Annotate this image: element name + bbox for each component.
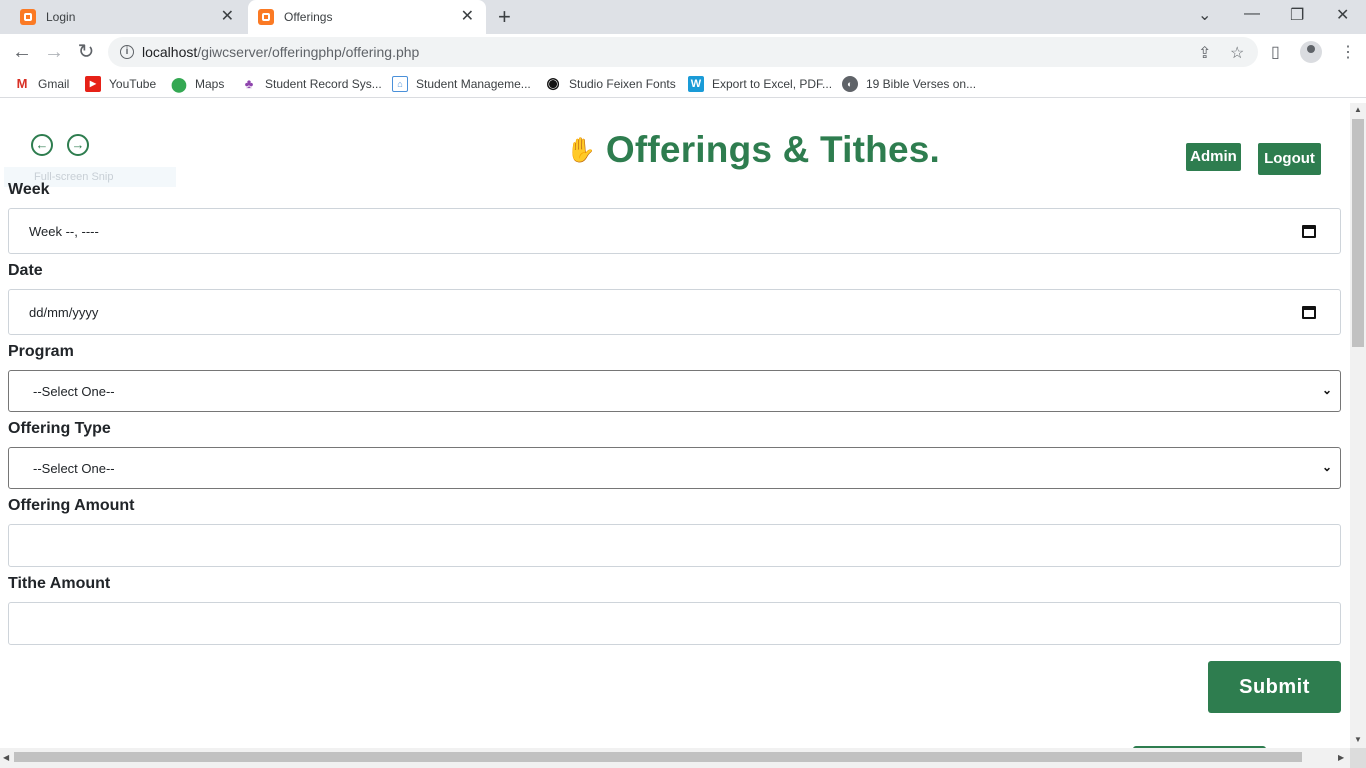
target-icon: ◉ — [546, 75, 560, 92]
date-input[interactable]: dd/mm/yyyy — [8, 289, 1341, 335]
bookmark-youtube[interactable]: ▶ YouTube — [85, 76, 156, 92]
chevron-down-icon: ⌄ — [1321, 460, 1332, 474]
reload-icon[interactable]: ↻ — [74, 40, 98, 64]
url-text: localhost/giwcserver/offeringphp/offerin… — [142, 44, 420, 60]
page-title-text: Offerings & Tithes. — [605, 129, 940, 170]
scroll-right-icon[interactable]: ▶ — [1338, 753, 1344, 762]
minimize-icon[interactable]: — — [1244, 5, 1260, 23]
globe-icon: ◐ — [842, 76, 858, 92]
star-icon[interactable]: ☆ — [1230, 43, 1244, 63]
close-icon[interactable]: ✕ — [221, 9, 234, 25]
close-window-icon[interactable]: ✕ — [1336, 5, 1349, 25]
xampp-icon — [258, 9, 274, 25]
bookmark-label: YouTube — [109, 77, 157, 91]
vertical-scrollbar[interactable]: ▲ ▼ — [1350, 103, 1366, 748]
bookmark-gmail[interactable]: M Gmail — [14, 76, 70, 92]
horizontal-scrollbar[interactable]: ◀ ▶ — [0, 748, 1350, 768]
browser-toolbar: ← → ↻ i localhost/giwcserver/offeringphp… — [0, 34, 1366, 70]
bookmark-student-record[interactable]: ♣ Student Record Sys... — [241, 76, 382, 92]
page-content: ← → Full-screen Snip ✋ Offerings & Tithe… — [0, 103, 1350, 748]
menu-icon[interactable]: ⋮ — [1340, 42, 1356, 62]
side-panel-icon[interactable]: ▯ — [1271, 42, 1280, 62]
student-record-icon: ♣ — [244, 76, 254, 91]
student-management-icon: ⌂ — [392, 76, 408, 92]
scrollbar-corner — [1350, 748, 1366, 768]
gmail-icon: M — [16, 76, 28, 91]
date-value: dd/mm/yyyy — [29, 305, 99, 320]
week-value: Week --, ---- — [29, 224, 99, 239]
bookmark-label: Studio Feixen Fonts — [569, 77, 676, 91]
tab-login[interactable]: Login ✕ — [8, 0, 246, 34]
new-tab-icon[interactable]: + — [498, 6, 511, 28]
back-circle-icon[interactable]: ← — [31, 134, 53, 156]
bookmark-label: 19 Bible Verses on... — [866, 77, 977, 91]
page-title: ✋ Offerings & Tithes. — [566, 129, 940, 171]
tab-title: Login — [46, 10, 76, 24]
tab-strip: Login ✕ Offerings ✕ + ⌄ — ❐ ✕ — [0, 0, 1366, 34]
tithe-amount-input[interactable] — [8, 602, 1341, 645]
xampp-icon — [20, 9, 36, 25]
tab-search-icon[interactable]: ⌄ — [1198, 5, 1211, 25]
chevron-down-icon: ⌄ — [1321, 383, 1332, 397]
tithe-amount-label: Tithe Amount — [8, 575, 111, 592]
restore-icon[interactable]: ❐ — [1290, 5, 1304, 25]
program-label: Program — [8, 343, 74, 360]
offering-type-label: Offering Type — [8, 420, 111, 437]
submit-button[interactable]: Submit — [1208, 661, 1341, 713]
date-label: Date — [8, 262, 43, 279]
info-icon[interactable]: i — [120, 45, 134, 59]
calendar-icon[interactable] — [1302, 306, 1316, 319]
calendar-icon[interactable] — [1302, 225, 1316, 238]
logout-button[interactable]: Logout — [1258, 143, 1321, 175]
bookmark-label: Maps — [195, 77, 225, 91]
scroll-left-icon[interactable]: ◀ — [3, 753, 9, 762]
bookmark-bible-verses[interactable]: ◐ 19 Bible Verses on... — [842, 76, 976, 92]
bookmark-label: Student Manageme... — [416, 77, 531, 91]
back-icon[interactable]: ← — [10, 40, 34, 64]
bookmark-studio-feixen[interactable]: ◉ Studio Feixen Fonts — [545, 75, 676, 92]
bookmarks-bar: M Gmail ▶ YouTube ⬤ Maps ♣ Student Recor… — [0, 70, 1366, 98]
tab-title: Offerings — [284, 10, 333, 24]
program-select[interactable]: --Select One-- ⌄ — [8, 370, 1341, 412]
forward-circle-icon[interactable]: → — [67, 134, 89, 156]
admin-button[interactable]: Admin — [1186, 143, 1241, 171]
tab-offerings[interactable]: Offerings ✕ — [248, 0, 486, 34]
scroll-up-icon[interactable]: ▲ — [1354, 105, 1362, 114]
week-label: Week — [8, 181, 50, 198]
close-icon[interactable]: ✕ — [461, 9, 474, 25]
program-selected-value: --Select One-- — [33, 384, 115, 399]
bookmark-student-management[interactable]: ⌂ Student Manageme... — [392, 76, 531, 92]
w-icon: W — [688, 76, 704, 92]
offering-amount-input[interactable] — [8, 524, 1341, 567]
profile-avatar[interactable] — [1300, 41, 1322, 63]
horizontal-scroll-thumb[interactable] — [14, 752, 1302, 762]
address-bar[interactable]: i localhost/giwcserver/offeringphp/offer… — [108, 37, 1258, 67]
bookmark-label: Gmail — [38, 77, 70, 91]
youtube-icon: ▶ — [85, 76, 101, 92]
bookmark-maps[interactable]: ⬤ Maps — [171, 76, 224, 92]
bookmark-label: Student Record Sys... — [265, 77, 382, 91]
offering-amount-label: Offering Amount — [8, 497, 135, 514]
scroll-down-icon[interactable]: ▼ — [1354, 735, 1362, 744]
forward-icon[interactable]: → — [42, 40, 66, 64]
offering-type-selected-value: --Select One-- — [33, 461, 115, 476]
week-input[interactable]: Week --, ---- — [8, 208, 1341, 254]
hand-coin-icon: ✋ — [566, 136, 596, 164]
bookmark-label: Export to Excel, PDF... — [712, 77, 833, 91]
vertical-scroll-thumb[interactable] — [1352, 119, 1364, 347]
share-icon[interactable]: ⇪ — [1198, 43, 1211, 63]
maps-icon: ⬤ — [171, 76, 187, 92]
offering-type-select[interactable]: --Select One-- ⌄ — [8, 447, 1341, 489]
bookmark-export-excel[interactable]: W Export to Excel, PDF... — [688, 76, 832, 92]
